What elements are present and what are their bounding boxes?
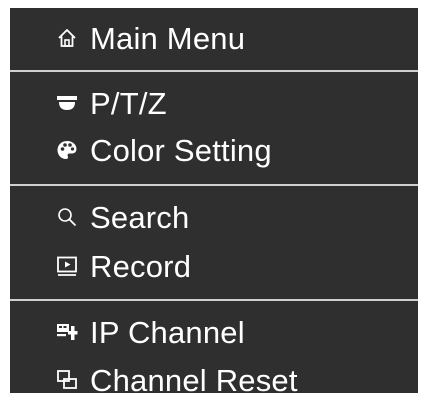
menu-item-search[interactable]: Search bbox=[56, 195, 189, 239]
menu-item-label: IP Channel bbox=[90, 314, 245, 350]
menu-item-label: Main Menu bbox=[90, 20, 246, 56]
menu-item-label: Record bbox=[90, 248, 192, 284]
ip-channel-icon bbox=[56, 321, 78, 343]
context-menu: Main Menu P/T/Z Color Setting Search Rec… bbox=[10, 8, 418, 396]
menu-item-label: P/T/Z bbox=[90, 85, 167, 121]
channel-reset-icon bbox=[56, 369, 78, 391]
palette-icon bbox=[56, 139, 78, 161]
menu-item-record[interactable]: Record bbox=[56, 244, 191, 288]
home-icon bbox=[56, 27, 78, 49]
menu-item-ptz[interactable]: P/T/Z bbox=[56, 81, 167, 125]
menu-item-channel-reset[interactable]: Channel Reset bbox=[56, 358, 298, 402]
menu-item-main-menu[interactable]: Main Menu bbox=[56, 16, 245, 60]
menu-divider bbox=[10, 184, 418, 186]
menu-divider bbox=[10, 70, 418, 72]
menu-divider bbox=[10, 299, 418, 301]
menu-item-label: Channel Reset bbox=[90, 362, 298, 398]
menu-item-color-setting[interactable]: Color Setting bbox=[56, 128, 272, 172]
search-icon bbox=[56, 206, 78, 228]
record-play-icon bbox=[56, 255, 78, 277]
menu-item-ip-channel[interactable]: IP Channel bbox=[56, 310, 245, 354]
dome-camera-icon bbox=[56, 92, 78, 114]
menu-item-label: Color Setting bbox=[90, 132, 272, 168]
menu-item-label: Search bbox=[90, 199, 190, 235]
